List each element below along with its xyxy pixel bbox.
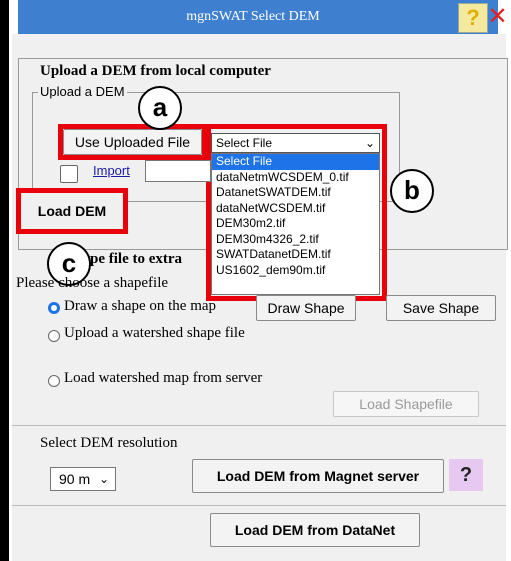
chevron-down-icon: ⌄	[98, 472, 109, 486]
shape-prompt: Please choose a shapefile	[16, 275, 169, 291]
resolution-label: Select DEM resolution	[40, 435, 178, 451]
resolution-value: 90 m	[59, 471, 91, 487]
annotation-a: a	[138, 86, 182, 130]
dropdown-option[interactable]: dataNetmWCSDEM_0.tif	[212, 170, 379, 186]
divider	[12, 505, 506, 506]
import-file-input[interactable]	[145, 160, 211, 182]
divider	[12, 425, 506, 426]
file-select-value: Select File	[216, 136, 273, 150]
file-dropdown-list[interactable]: Select File dataNetmWCSDEM_0.tif Datanet…	[211, 153, 380, 295]
radio-upload-shape-label: Upload a watershed shape file	[64, 325, 245, 341]
title-bar: mgnSWAT Select DEM ?	[18, 0, 498, 34]
annotation-b: b	[390, 169, 434, 213]
dropdown-option[interactable]: DatanetSWATDEM.tif	[212, 185, 379, 201]
dropdown-option[interactable]: Select File	[212, 154, 379, 170]
dropdown-option[interactable]: dataNetWCSDEM.tif	[212, 201, 379, 217]
upload-fieldset-legend: Upload a DEM	[38, 84, 127, 99]
radio-draw-shape-label: Draw a shape on the map	[64, 298, 217, 314]
load-dem-datanet-button[interactable]: Load DEM from DataNet	[210, 513, 420, 547]
dem-dialog: mgnSWAT Select DEM ? ✕ Upload a DEM from…	[0, 0, 511, 561]
close-icon[interactable]: ✕	[484, 0, 511, 34]
use-uploaded-file-button[interactable]: Use Uploaded File	[63, 129, 202, 155]
draw-shape-button[interactable]: Draw Shape	[256, 295, 356, 321]
dropdown-option[interactable]: DEM30m2.tif	[212, 216, 379, 232]
radio-server-shape[interactable]	[48, 375, 60, 387]
radio-upload-shape[interactable]	[48, 330, 60, 342]
load-dem-magnet-button[interactable]: Load DEM from Magnet server	[192, 459, 444, 493]
file-select[interactable]: Select File ⌄	[211, 133, 380, 153]
radio-draw-shape[interactable]	[48, 302, 60, 314]
window-title: mgnSWAT Select DEM	[186, 9, 320, 24]
import-checkbox[interactable]	[60, 165, 78, 183]
dropdown-option[interactable]: DEM30m4326_2.tif	[212, 232, 379, 248]
dropdown-option[interactable]: SWATDatanetDEM.tif	[212, 247, 379, 263]
import-link[interactable]: Import	[93, 163, 130, 178]
upload-section-title: Upload a DEM from local computer	[40, 63, 271, 79]
load-shapefile-button[interactable]: Load Shapefile	[333, 391, 479, 417]
left-border	[0, 0, 9, 561]
resolution-help-button[interactable]: ?	[449, 459, 483, 491]
chevron-down-icon: ⌄	[364, 136, 375, 150]
save-shape-button[interactable]: Save Shape	[386, 295, 496, 321]
dropdown-option[interactable]: US1602_dem90m.tif	[212, 263, 379, 279]
load-dem-button[interactable]: Load DEM	[21, 193, 123, 229]
resolution-select[interactable]: 90 m ⌄	[50, 467, 116, 491]
shape-section-title: pe file to extra	[90, 251, 183, 267]
radio-server-shape-label: Load watershed map from server	[64, 370, 263, 386]
